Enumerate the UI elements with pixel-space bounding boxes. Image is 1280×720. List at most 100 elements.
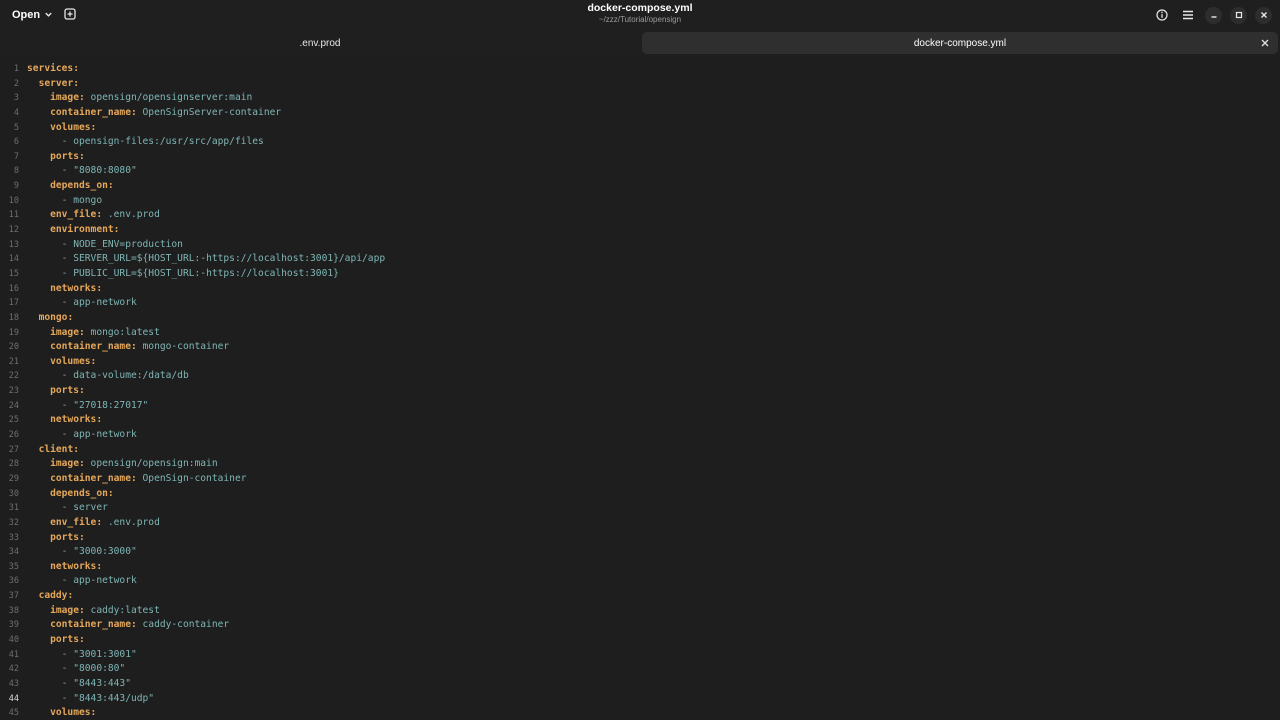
yaml-key: volumes: bbox=[50, 707, 97, 719]
code-line[interactable]: 30 depends_on: bbox=[0, 487, 1280, 502]
yaml-key: container_name: bbox=[50, 106, 137, 118]
code-line[interactable]: 40 ports: bbox=[0, 633, 1280, 648]
code-line[interactable]: 15 - PUBLIC_URL=${HOST_URL:-https://loca… bbox=[0, 267, 1280, 282]
code-text: ports: bbox=[27, 633, 85, 648]
line-number: 1 bbox=[13, 64, 19, 74]
code-line[interactable]: 13 - NODE_ENV=production bbox=[0, 238, 1280, 253]
code-text: - "27018:27017" bbox=[27, 399, 149, 414]
code-line[interactable]: 6 - opensign-files:/usr/src/app/files bbox=[0, 135, 1280, 150]
code-line[interactable]: 27 client: bbox=[0, 443, 1280, 458]
info-icon[interactable] bbox=[1153, 6, 1171, 24]
code-line[interactable]: 19 image: mongo:latest bbox=[0, 326, 1280, 341]
line-number: 14 bbox=[8, 254, 19, 265]
list-dash: - bbox=[61, 429, 74, 441]
code-line[interactable]: 32 env_file: .env.prod bbox=[0, 516, 1280, 531]
code-line[interactable]: 21 volumes: bbox=[0, 355, 1280, 370]
code-line[interactable]: 31 - server bbox=[0, 501, 1280, 516]
code-line[interactable]: 44 - "8443:443/udp" bbox=[0, 692, 1280, 707]
code-line[interactable]: 8 - "8080:8080" bbox=[0, 164, 1280, 179]
code-line[interactable]: 36 - app-network bbox=[0, 574, 1280, 589]
list-dash: - bbox=[61, 692, 74, 704]
code-text: - NODE_ENV=production bbox=[27, 238, 183, 253]
code-text: environment: bbox=[27, 223, 119, 238]
list-dash: - bbox=[61, 546, 74, 558]
list-dash: - bbox=[61, 648, 74, 660]
code-text: client: bbox=[27, 443, 79, 458]
list-dash: - bbox=[61, 165, 74, 177]
code-line[interactable]: 10 - mongo bbox=[0, 194, 1280, 209]
yaml-key: volumes: bbox=[50, 355, 97, 367]
minimize-icon[interactable] bbox=[1205, 6, 1222, 24]
code-line[interactable]: 41 - "3001:3001" bbox=[0, 648, 1280, 663]
code-line[interactable]: 45 volumes: bbox=[0, 706, 1280, 720]
line-number: 28 bbox=[8, 459, 19, 470]
code-text: networks: bbox=[27, 560, 102, 575]
code-line[interactable]: 42 - "8000:80" bbox=[0, 662, 1280, 677]
code-line[interactable]: 29 container_name: OpenSign-container bbox=[0, 472, 1280, 487]
code-line[interactable]: 24 - "27018:27017" bbox=[0, 399, 1280, 414]
code-text: env_file: .env.prod bbox=[27, 516, 160, 531]
code-line[interactable]: 35 networks: bbox=[0, 560, 1280, 575]
yaml-key: env_file: bbox=[50, 516, 103, 528]
code-line[interactable]: 18 mongo: bbox=[0, 311, 1280, 326]
code-line[interactable]: 39 container_name: caddy-container bbox=[0, 618, 1280, 633]
code-line[interactable]: 3 image: opensign/opensignserver:main bbox=[0, 91, 1280, 106]
maximize-icon[interactable] bbox=[1230, 6, 1247, 24]
code-line[interactable]: 34 - "3000:3000" bbox=[0, 545, 1280, 560]
code-line[interactable]: 37 caddy: bbox=[0, 589, 1280, 604]
tab-env-prod[interactable]: .env.prod bbox=[0, 32, 640, 54]
line-number: 40 bbox=[8, 634, 19, 645]
new-tab-icon[interactable] bbox=[63, 7, 77, 21]
document-title: docker-compose.yml bbox=[587, 2, 693, 14]
code-line[interactable]: 33 ports: bbox=[0, 531, 1280, 546]
tab-label: .env.prod bbox=[299, 37, 341, 49]
open-button[interactable]: Open bbox=[6, 5, 59, 25]
code-text: image: mongo:latest bbox=[27, 326, 160, 341]
code-line[interactable]: 9 depends_on: bbox=[0, 179, 1280, 194]
close-icon[interactable] bbox=[1255, 6, 1272, 24]
code-line[interactable]: 12 environment: bbox=[0, 223, 1280, 238]
code-line[interactable]: 43 - "8443:443" bbox=[0, 677, 1280, 692]
code-text: ports: bbox=[27, 384, 85, 399]
code-line[interactable]: 28 image: opensign/opensign:main bbox=[0, 457, 1280, 472]
code-text: container_name: mongo-container bbox=[27, 340, 229, 355]
code-line[interactable]: 20 container_name: mongo-container bbox=[0, 340, 1280, 355]
code-line[interactable]: 26 - app-network bbox=[0, 428, 1280, 443]
line-number: 19 bbox=[8, 327, 19, 338]
list-dash: - bbox=[61, 399, 74, 411]
code-line[interactable]: 11 env_file: .env.prod bbox=[0, 208, 1280, 223]
line-number: 5 bbox=[13, 122, 19, 133]
line-number: 6 bbox=[13, 137, 19, 148]
code-line[interactable]: 2 server: bbox=[0, 77, 1280, 92]
code-line[interactable]: 17 - app-network bbox=[0, 296, 1280, 311]
hamburger-menu-icon[interactable] bbox=[1179, 6, 1197, 24]
code-line[interactable]: 7 ports: bbox=[0, 150, 1280, 165]
yaml-key: container_name: bbox=[50, 619, 137, 631]
code-line[interactable]: 16 networks: bbox=[0, 282, 1280, 297]
tab-docker-compose[interactable]: docker-compose.yml bbox=[642, 32, 1278, 54]
code-line[interactable]: 22 - data-volume:/data/db bbox=[0, 369, 1280, 384]
code-line[interactable]: 23 ports: bbox=[0, 384, 1280, 399]
code-line[interactable]: 4 container_name: OpenSignServer-contain… bbox=[0, 106, 1280, 121]
tab-close-icon[interactable] bbox=[1258, 36, 1272, 50]
yaml-key: image: bbox=[50, 326, 85, 338]
code-line[interactable]: 25 networks: bbox=[0, 413, 1280, 428]
code-line[interactable]: 5 volumes: bbox=[0, 121, 1280, 136]
code-line[interactable]: 1 services: bbox=[0, 62, 1280, 77]
code-line[interactable]: 14 - SERVER_URL=${HOST_URL:-https://loca… bbox=[0, 252, 1280, 267]
line-number: 36 bbox=[8, 576, 19, 587]
code-line[interactable]: 38 image: caddy:latest bbox=[0, 604, 1280, 619]
line-number: 30 bbox=[8, 488, 19, 499]
code-editor[interactable]: 1 services: 2 server: 3 image: opensign/ope… bbox=[0, 62, 1280, 720]
yaml-value: caddy-container bbox=[136, 619, 230, 631]
